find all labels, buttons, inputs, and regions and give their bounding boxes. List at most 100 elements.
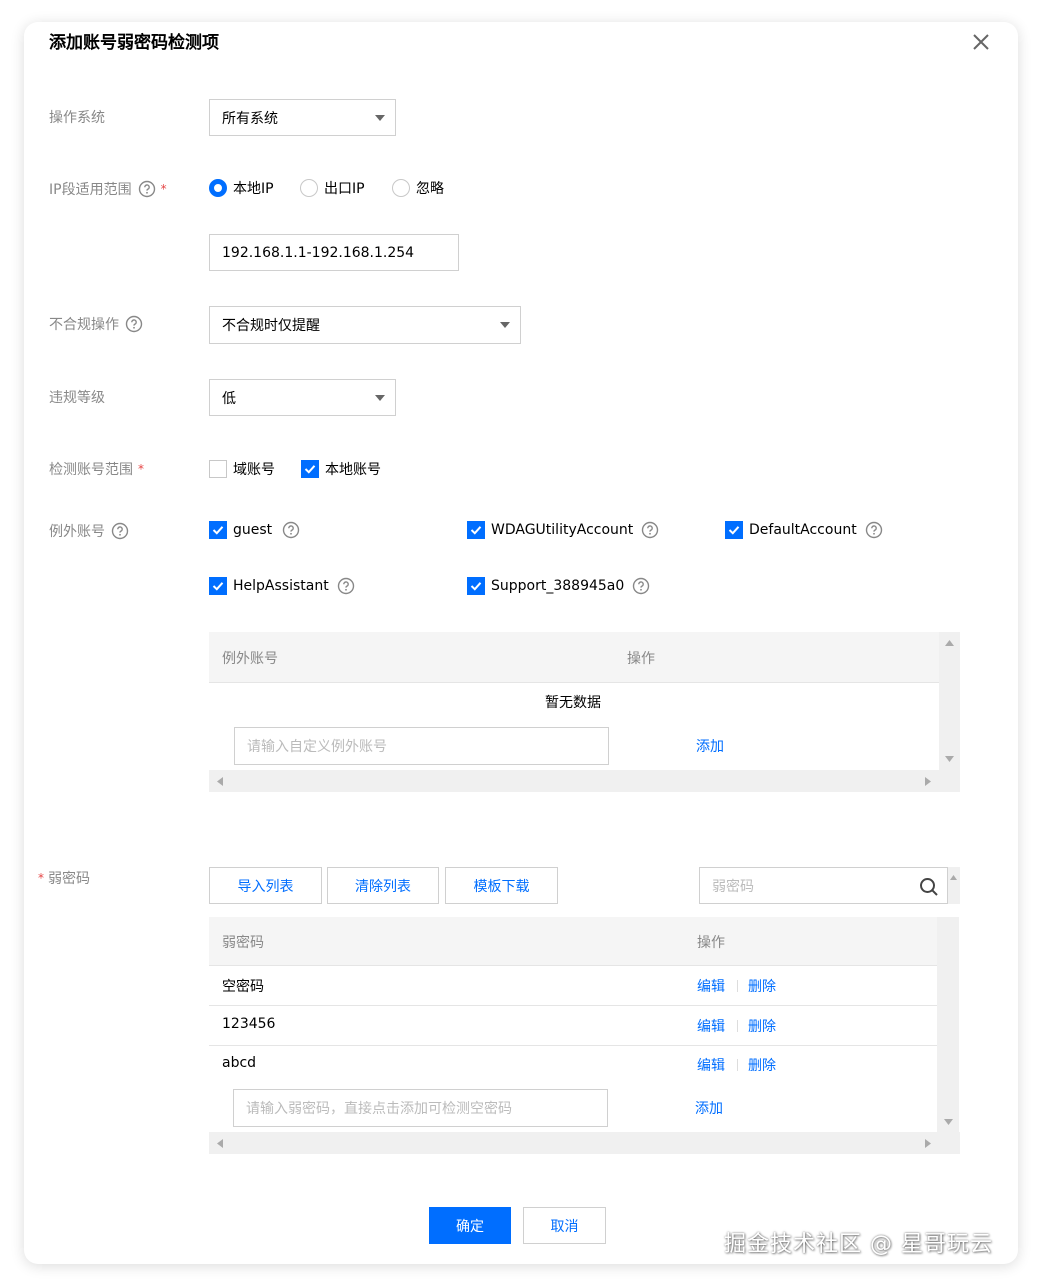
close-icon[interactable] [969, 30, 993, 54]
checkbox-checked-icon [209, 577, 227, 595]
cancel-button[interactable]: 取消 [523, 1207, 606, 1244]
scroll-left-icon[interactable] [217, 777, 223, 786]
clear-list-button[interactable]: 清除列表 [327, 867, 439, 904]
divider [209, 682, 939, 683]
noncompliance-select-value: 不合规时仅提醒 [222, 318, 320, 334]
help-icon[interactable] [632, 577, 650, 595]
checkbox-checked-icon [209, 521, 227, 539]
os-select-value: 所有系统 [222, 110, 278, 127]
level-label-text: 违规等级 [49, 390, 105, 406]
help-icon[interactable] [138, 180, 156, 198]
weak-password-add-placeholder: 请输入弱密码，直接点击添加可检测空密码 [246, 1101, 512, 1117]
required-mark: * [160, 182, 167, 196]
noncompliance-label-text: 不合规操作 [49, 317, 119, 333]
table-row: 空密码 编辑 删除 [209, 966, 937, 1005]
checkbox-exception-wdag-label: WDAGUtilityAccount [491, 522, 634, 538]
password-cell: 123456 [222, 1016, 276, 1032]
password-cell: abcd [222, 1055, 257, 1071]
radio-egress-ip[interactable]: 出口IP [300, 178, 365, 198]
scroll-up-icon[interactable] [945, 640, 954, 646]
import-list-button[interactable]: 导入列表 [209, 867, 322, 904]
ip-scope-label-text: IP段适用范围 [49, 182, 132, 198]
exception-accounts-label-text: 例外账号 [49, 524, 105, 540]
checkbox-checked-icon [301, 460, 319, 478]
vertical-scrollbar[interactable] [948, 867, 960, 904]
radio-local-ip-label: 本地IP [233, 181, 274, 197]
delete-link[interactable]: 删除 [748, 976, 776, 996]
checkbox-exception-guest-label: guest [233, 522, 273, 538]
help-icon[interactable] [641, 521, 659, 539]
add-weak-password-link[interactable]: 添加 [695, 1098, 723, 1118]
vertical-scrollbar[interactable] [937, 917, 959, 1132]
help-icon[interactable] [282, 521, 300, 539]
checkbox-exception-default[interactable]: DefaultAccount [725, 521, 883, 539]
checkbox-unchecked-icon [209, 460, 227, 478]
radio-unchecked-icon [392, 179, 410, 197]
password-cell: 空密码 [222, 979, 264, 995]
checkbox-checked-icon [467, 521, 485, 539]
checkbox-exception-guest[interactable]: guest [209, 521, 300, 539]
level-select[interactable]: 低 [209, 379, 396, 416]
account-scope-label-text: 检测账号范围 [49, 462, 133, 478]
required-mark: * [38, 871, 44, 885]
checkbox-domain-account[interactable]: 域账号 [209, 459, 275, 479]
horizontal-scrollbar[interactable] [209, 1132, 960, 1154]
dialog-title: 添加账号弱密码检测项 [49, 33, 219, 53]
edit-link[interactable]: 编辑 [697, 976, 725, 996]
help-icon[interactable] [865, 521, 883, 539]
os-select[interactable]: 所有系统 [209, 99, 396, 136]
delete-link[interactable]: 删除 [748, 1055, 776, 1075]
exception-table-header: 例外账号 操作 [209, 632, 939, 682]
custom-exception-input[interactable]: 请输入自定义例外账号 [234, 727, 609, 765]
os-label-text: 操作系统 [49, 110, 105, 126]
checkbox-exception-support-label: Support_388945a0 [491, 578, 625, 594]
column-header-action: 操作 [697, 935, 725, 951]
horizontal-scrollbar[interactable] [209, 770, 960, 792]
help-icon[interactable] [111, 522, 129, 540]
ip-range-input[interactable]: 192.168.1.1-192.168.1.254 [209, 234, 459, 271]
link-separator [737, 1020, 738, 1032]
confirm-button[interactable]: 确定 [429, 1207, 511, 1244]
radio-checked-icon [209, 179, 227, 197]
checkbox-exception-helpassistant[interactable]: HelpAssistant [209, 577, 355, 595]
checkbox-exception-support[interactable]: Support_388945a0 [467, 577, 650, 595]
template-download-button[interactable]: 模板下载 [445, 867, 558, 904]
radio-ignore-label: 忽略 [416, 181, 444, 197]
weak-password-label: * 弱密码 [38, 867, 90, 889]
noncompliance-select[interactable]: 不合规时仅提醒 [209, 306, 521, 344]
noncompliance-label: 不合规操作 [49, 313, 143, 335]
exception-accounts-label: 例外账号 [49, 520, 129, 542]
add-exception-link[interactable]: 添加 [696, 736, 724, 756]
scroll-right-icon[interactable] [925, 1139, 931, 1148]
help-icon[interactable] [125, 315, 143, 333]
os-label: 操作系统 [49, 106, 105, 128]
exception-table: 例外账号 操作 暂无数据 请输入自定义例外账号 添加 [209, 632, 960, 792]
weak-password-search-input[interactable]: 弱密码 [699, 867, 948, 904]
radio-ignore[interactable]: 忽略 [392, 178, 444, 198]
chevron-down-icon [375, 114, 385, 121]
scroll-down-icon[interactable] [945, 756, 954, 762]
search-icon[interactable] [919, 877, 939, 897]
link-separator [737, 980, 738, 992]
edit-link[interactable]: 编辑 [697, 1055, 725, 1075]
vertical-scrollbar[interactable] [939, 632, 960, 770]
scroll-right-icon[interactable] [925, 777, 931, 786]
scroll-down-icon[interactable] [944, 1119, 953, 1125]
edit-link[interactable]: 编辑 [697, 1016, 725, 1036]
checkbox-local-account[interactable]: 本地账号 [301, 459, 381, 479]
weak-password-add-input[interactable]: 请输入弱密码，直接点击添加可检测空密码 [233, 1089, 608, 1127]
ip-scope-label: IP段适用范围 * [49, 178, 167, 200]
checkbox-domain-account-label: 域账号 [233, 462, 275, 478]
scroll-up-icon[interactable] [950, 875, 957, 880]
delete-link[interactable]: 删除 [748, 1016, 776, 1036]
radio-local-ip[interactable]: 本地IP [209, 178, 274, 198]
level-label: 违规等级 [49, 386, 105, 408]
checkbox-checked-icon [725, 521, 743, 539]
checkbox-checked-icon [467, 577, 485, 595]
link-separator [737, 1059, 738, 1071]
table-row: 123456 编辑 删除 [209, 1006, 937, 1045]
column-header-password: 弱密码 [222, 935, 264, 951]
scroll-left-icon[interactable] [217, 1139, 223, 1148]
checkbox-exception-wdag[interactable]: WDAGUtilityAccount [467, 521, 659, 539]
help-icon[interactable] [337, 577, 355, 595]
